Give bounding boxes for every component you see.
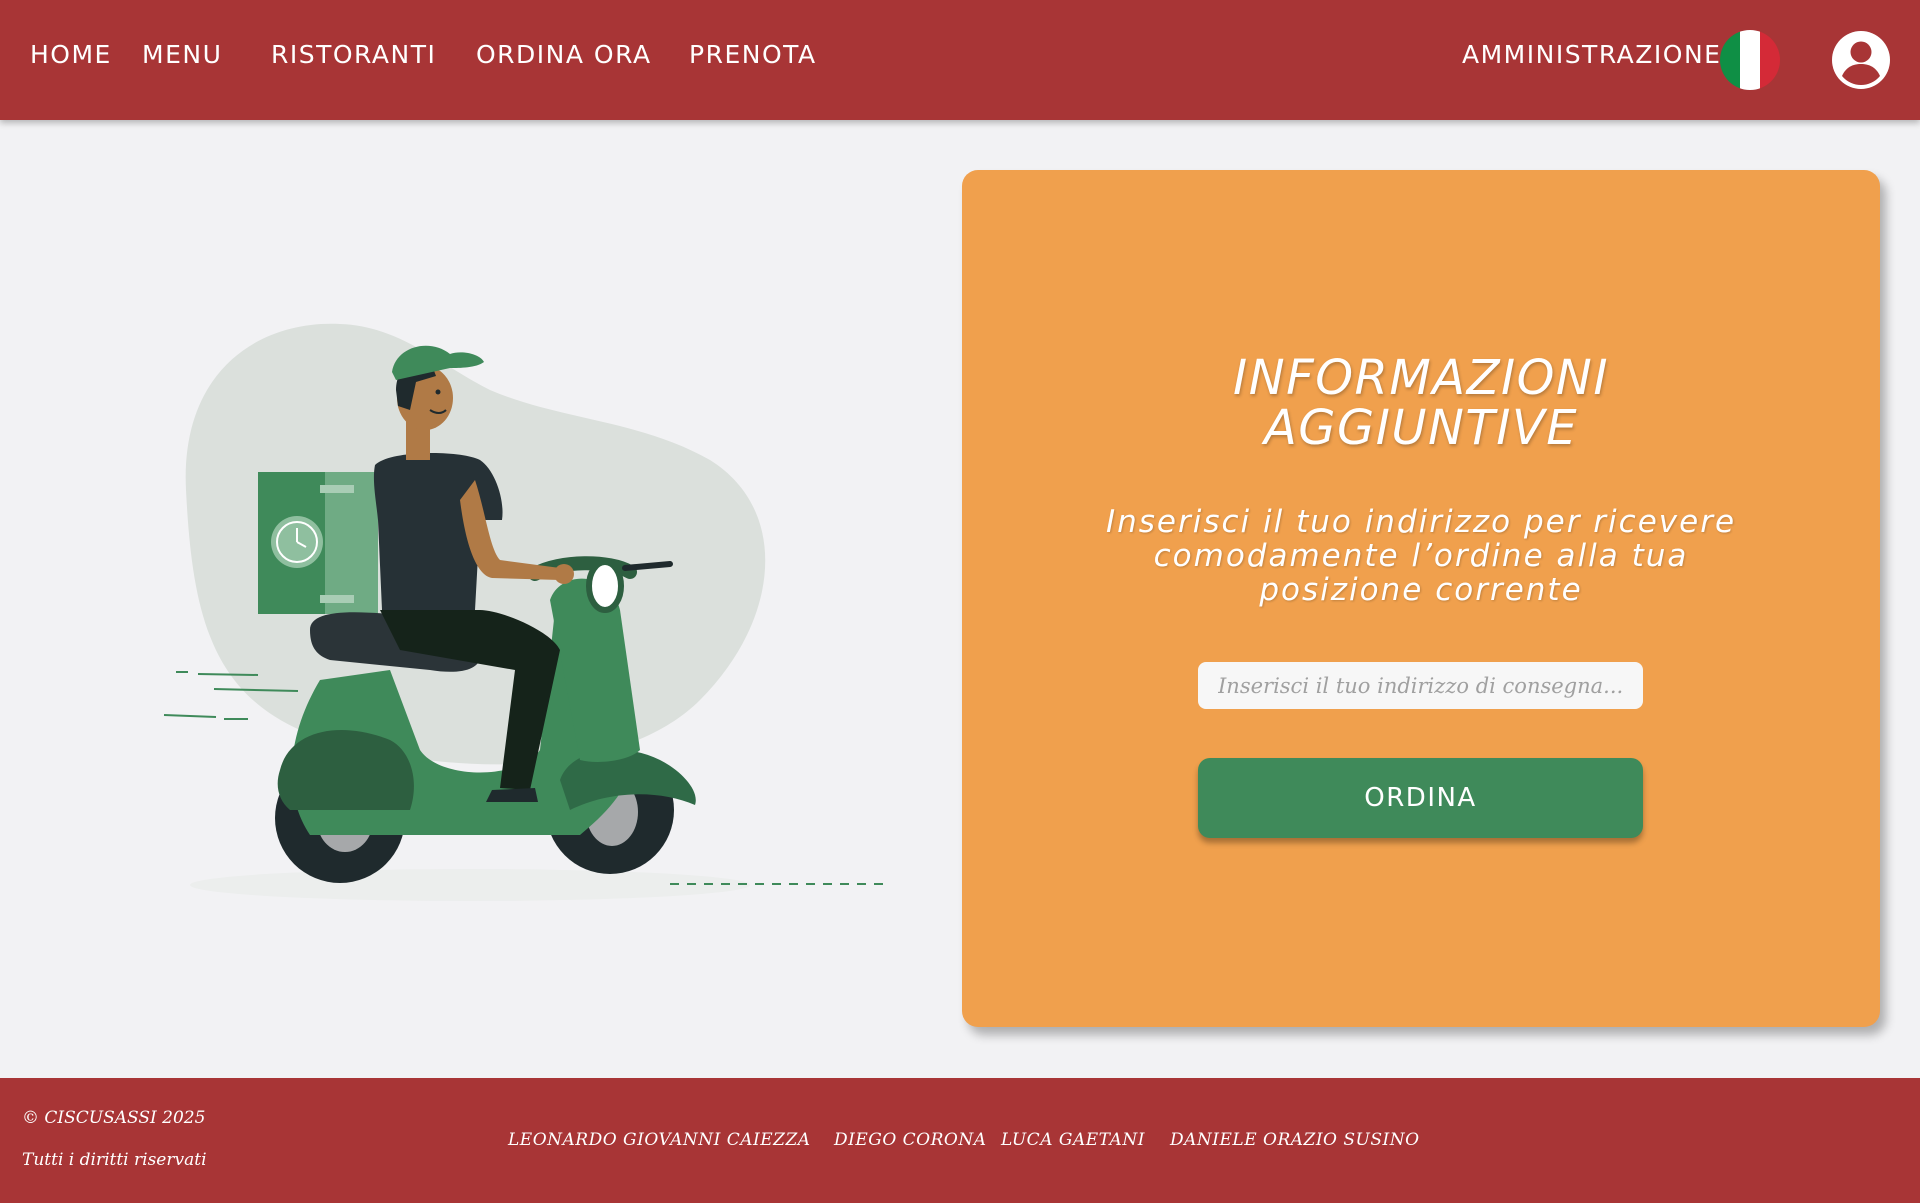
order-info-card: INFORMAZIONI AGGIUNTIVE Inserisci il tuo… [962, 170, 1880, 1027]
user-circle-icon[interactable] [1831, 30, 1891, 90]
card-subtitle: Inserisci il tuo indirizzo per ricevere … [1105, 504, 1737, 608]
order-button[interactable]: ORDINA [1198, 758, 1643, 838]
author-name: DIEGO CORONA [834, 1130, 987, 1150]
delivery-address-input[interactable] [1198, 662, 1643, 709]
nav-menu-link[interactable]: MENU [142, 40, 222, 69]
nav-amministrazione-link[interactable]: AMMINISTRAZIONE [1462, 40, 1721, 69]
footer: © CISCUSASSI 2025 Tutti i diritti riserv… [0, 1078, 1920, 1203]
nav-prenota-link[interactable]: PRENOTA [689, 40, 817, 69]
delivery-box [258, 472, 378, 614]
author-name: LEONARDO GIOVANNI CAIEZZA [508, 1130, 811, 1150]
author-name: LUCA GAETANI [1001, 1130, 1145, 1150]
rights-text: Tutti i diritti riservati [22, 1150, 207, 1170]
nav-home-link[interactable]: HOME [30, 40, 112, 69]
delivery-scooter-illustration [163, 323, 885, 901]
card-title-line2: AGGIUNTIVE [1263, 400, 1579, 456]
italian-flag-icon[interactable] [1720, 30, 1780, 90]
author-name: DANIELE ORAZIO SUSINO [1170, 1130, 1420, 1150]
nav-ordina-ora-link[interactable]: ORDINA ORA [476, 40, 652, 69]
card-title: INFORMAZIONI AGGIUNTIVE [962, 353, 1880, 453]
copyright-text: © CISCUSASSI 2025 [22, 1108, 206, 1128]
navbar: HOME MENU RISTORANTI ORDINA ORA PRENOTA … [0, 0, 1920, 120]
nav-ristoranti-link[interactable]: RISTORANTI [271, 40, 436, 69]
card-title-line1: INFORMAZIONI [1233, 350, 1609, 406]
